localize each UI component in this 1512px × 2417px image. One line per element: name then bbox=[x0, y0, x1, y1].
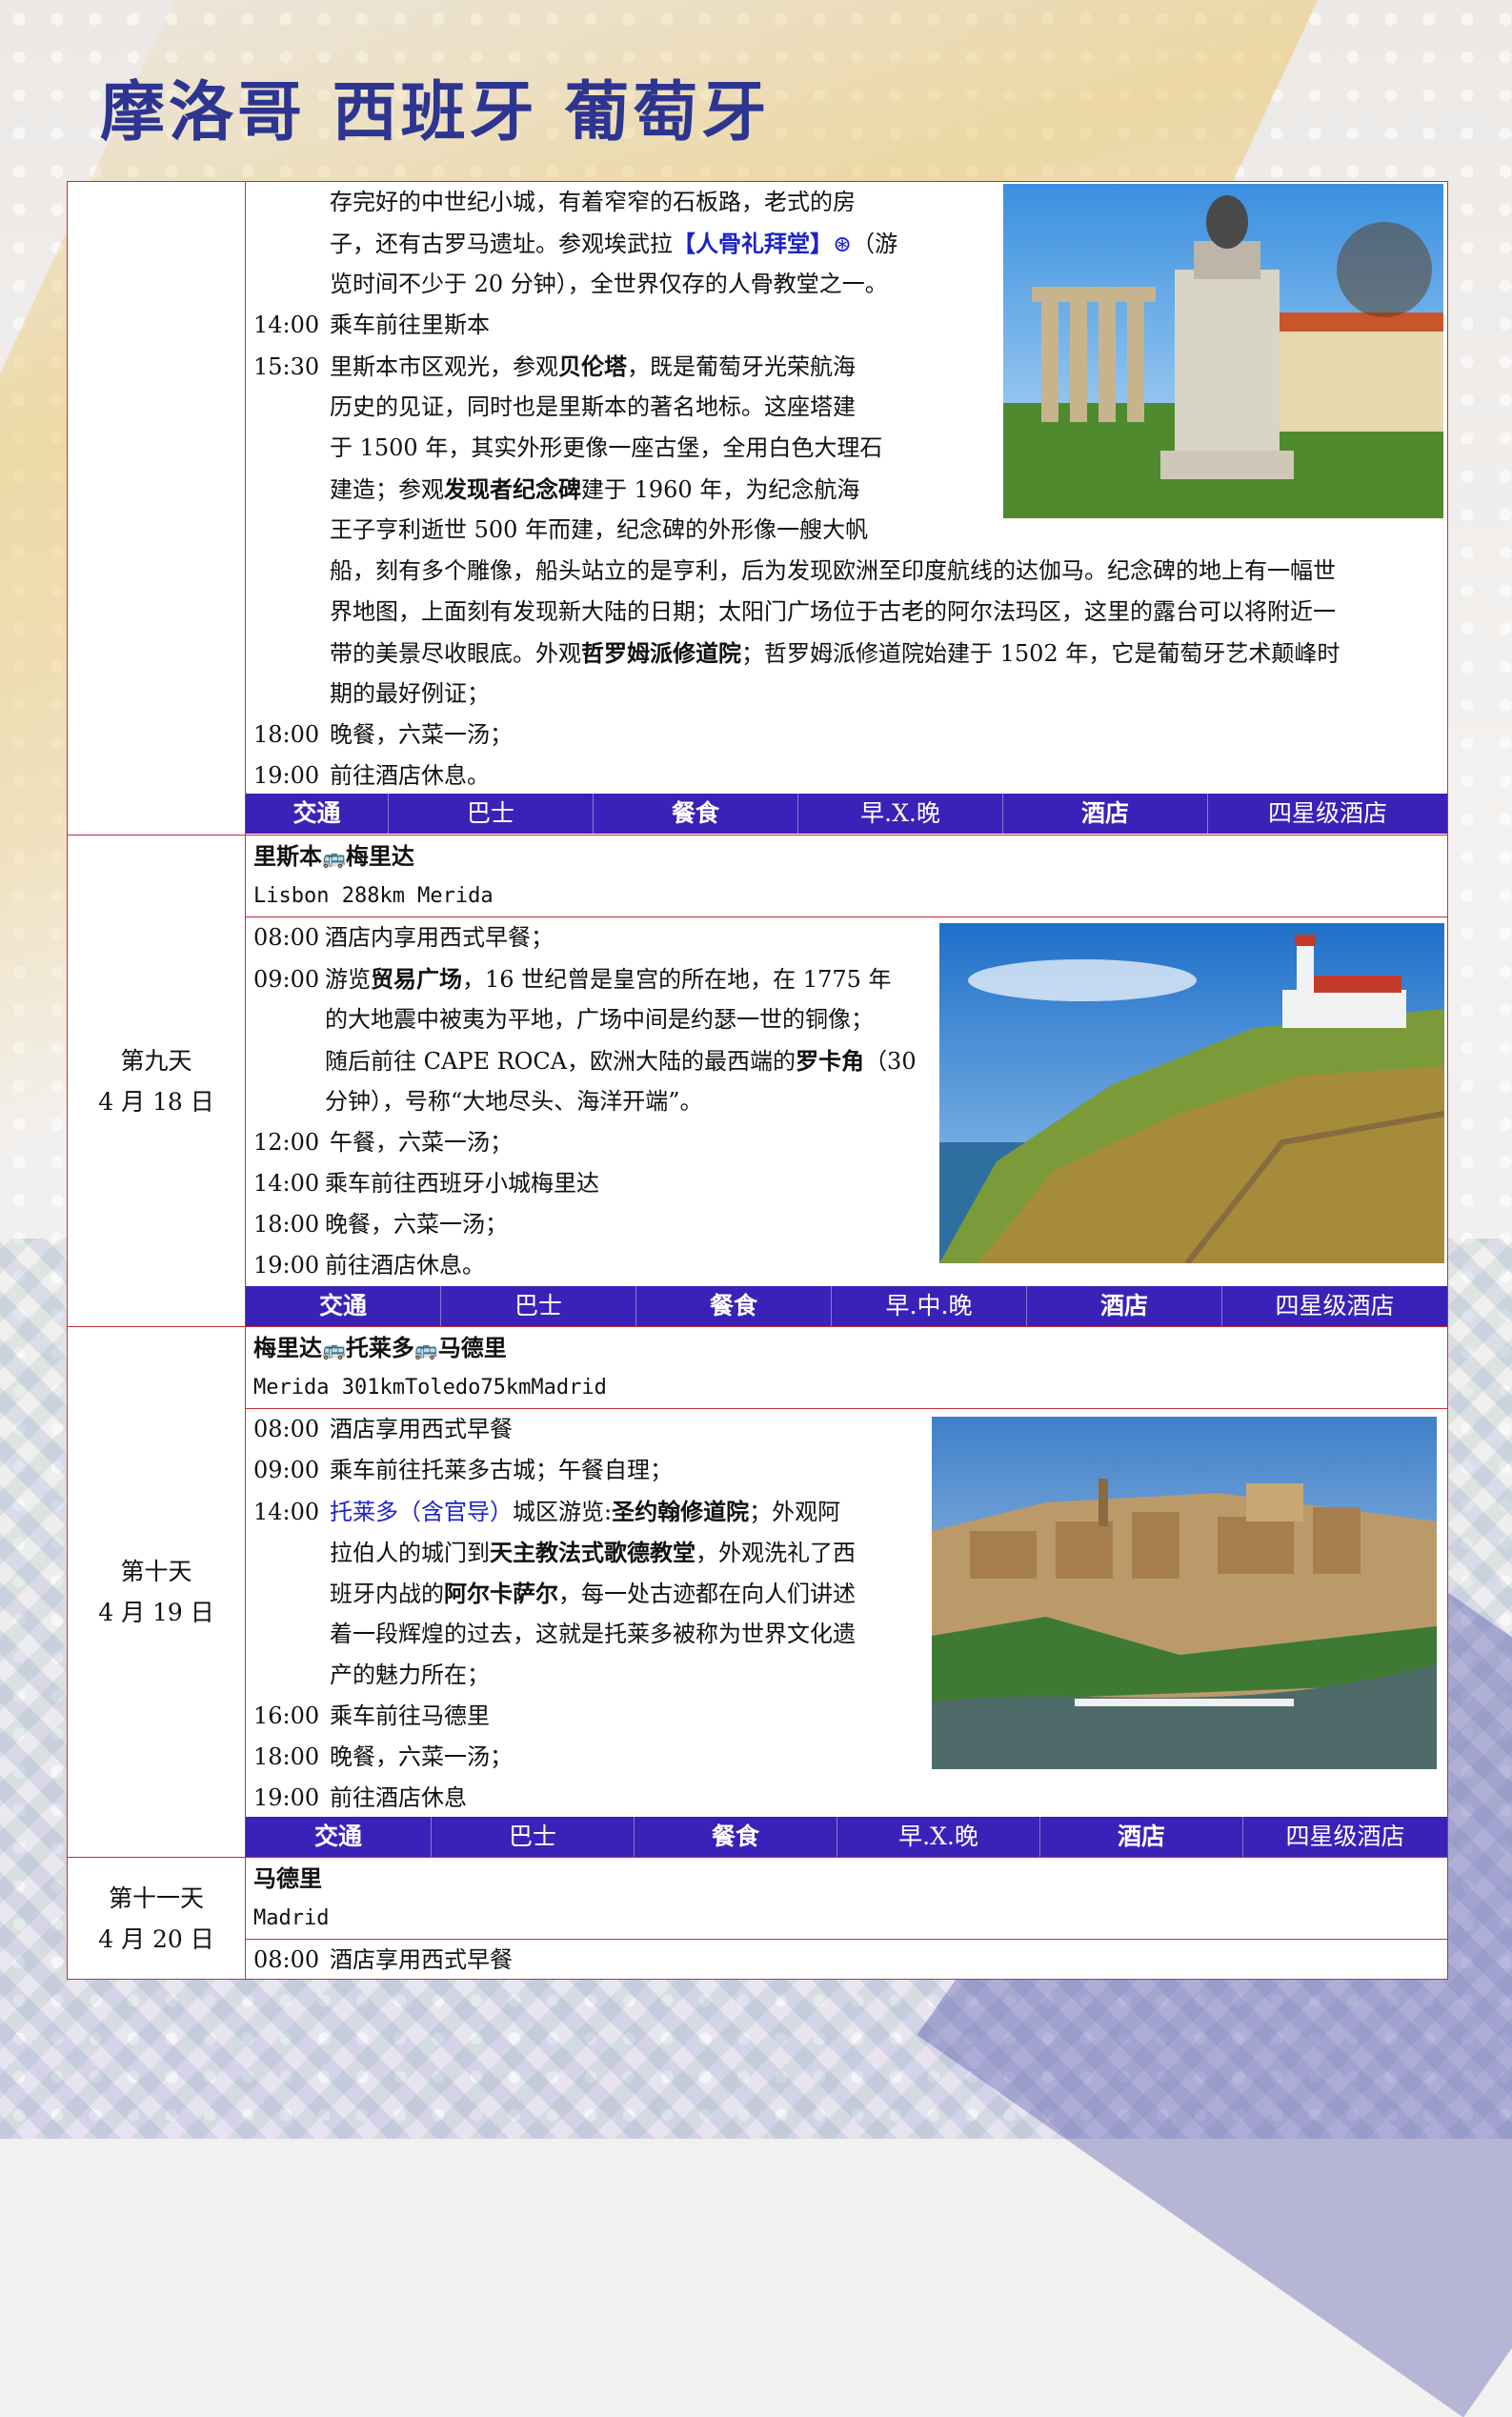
day9-footer-bar: 交通 巴士 餐食 早.中.晚 酒店 四星级酒店 bbox=[246, 1286, 1447, 1326]
schedule-line: 14:00 乘车前往里斯本 bbox=[253, 312, 490, 338]
footer-label: 酒店 bbox=[1003, 794, 1208, 834]
footer-label: 餐食 bbox=[635, 1817, 837, 1857]
day9-desc-line: 的大地震中被夷为平地，广场中间是约瑟一世的铜像； bbox=[325, 1006, 874, 1033]
route-en: Lisbon 288km Merida bbox=[253, 884, 494, 908]
day8-desc-line: 存完好的中世纪小城，有着窄窄的石板路，老式的房 bbox=[330, 189, 856, 215]
schedule-line: 09:00 乘车前往托莱多古城；午餐自理； bbox=[253, 1457, 673, 1483]
footer-value: 四星级酒店 bbox=[1275, 1292, 1395, 1319]
toledo-photo bbox=[932, 1417, 1437, 1769]
footer-value: 巴士 bbox=[432, 1817, 635, 1857]
footer-value: 早.X.晚 bbox=[798, 794, 1003, 834]
route-cn: 梅里达🚌托莱多🚌马德里 bbox=[253, 1334, 507, 1361]
day8-desc-line: 界地图，上面刻有发现新大陆的日期；太阳门广场位于古老的阿尔法玛区，这里的露台可以… bbox=[330, 598, 1336, 625]
schedule-line: 15:30 里斯本市区观光，参观贝伦塔，既是葡萄牙光荣航海 bbox=[253, 352, 856, 380]
evora-monument-photo bbox=[1003, 184, 1443, 518]
day-label: 第十天 bbox=[120, 1558, 192, 1585]
schedule-line: 14:00 乘车前往西班牙小城梅里达 bbox=[253, 1170, 599, 1197]
day10-day-cell: 第十天 4 月 19 日 bbox=[68, 1327, 246, 1857]
day10-desc-line: 班牙内战的阿尔卡萨尔，每一处古迹都在向人们讲述 bbox=[330, 1580, 856, 1607]
day9-day-cell: 第九天 4 月 18 日 bbox=[68, 836, 246, 1326]
footer-value: 巴士 bbox=[389, 794, 594, 834]
day11-route: 马德里 Madrid bbox=[246, 1858, 1447, 1940]
day11-day-cell: 第十一天 4 月 20 日 bbox=[68, 1858, 246, 1979]
schedule-line: 19:00 前往酒店休息 bbox=[253, 1784, 467, 1811]
day-label: 第十一天 bbox=[108, 1883, 204, 1912]
day8-desc-line: 期的最好例证； bbox=[330, 680, 490, 707]
day10-route: 梅里达🚌托莱多🚌马德里 Merida 301kmToledo75kmMadrid bbox=[246, 1327, 1447, 1409]
day9-desc-line: 分钟），号称“大地尽头、海洋开端”。 bbox=[325, 1088, 703, 1115]
day11-row: 第十一天 4 月 20 日 马德里 Madrid 08:00 酒店享用西式早餐 bbox=[68, 1858, 1447, 1979]
day8-desc-line: 览时间不少于 20 分钟），全世界仅存的人骨教堂之一。 bbox=[330, 271, 888, 297]
footer-value: 四星级酒店 bbox=[1285, 1823, 1405, 1850]
footer-label: 餐食 bbox=[636, 1286, 832, 1326]
schedule-line: 08:00 酒店内享用西式早餐； bbox=[253, 924, 554, 951]
day9-content: 里斯本🚌梅里达 Lisbon 288km Merida 08:00 酒店内享用西… bbox=[246, 836, 1447, 1326]
day9-desc-line: 随后前往 CAPE ROCA，欧洲大陆的最西端的罗卡角（30 bbox=[325, 1047, 917, 1075]
day8-footer-bar: 交通 巴士 餐食 早.X.晚 酒店 四星级酒店 bbox=[246, 794, 1447, 834]
schedule-line: 18:00 晚餐，六菜一汤； bbox=[253, 1211, 508, 1238]
toledo-guide-link: 托莱多（含官导） bbox=[330, 1499, 513, 1525]
day8-desc-line: （游 bbox=[852, 231, 898, 257]
day8-desc-line: 船，刻有多个雕像，船头站立的是亨利，后为发现欧洲至印度航线的达伽马。纪念碑的地上… bbox=[330, 557, 1336, 584]
day11-content: 马德里 Madrid 08:00 酒店享用西式早餐 bbox=[246, 1858, 1447, 1979]
day10-desc-line: 产的魅力所在； bbox=[330, 1662, 490, 1688]
day9-route: 里斯本🚌梅里达 Lisbon 288km Merida bbox=[246, 836, 1447, 917]
itinerary-table: 存完好的中世纪小城，有着窄窄的石板路，老式的房 子，还有古罗马遗址。参观埃武拉【… bbox=[67, 181, 1448, 1980]
day8-desc-line: 建造；参观发现者纪念碑建于 1960 年，为纪念航海 bbox=[330, 475, 860, 503]
day-date: 4 月 20 日 bbox=[98, 1924, 214, 1953]
footer-value: 早.中.晚 bbox=[832, 1286, 1027, 1326]
cabo-da-roca-photo bbox=[939, 923, 1444, 1263]
schedule-line: 09:00 游览贸易广场，16 世纪曾是皇宫的所在地，在 1775 年 bbox=[253, 965, 892, 993]
day8-desc-line: 历史的见证，同时也是里斯本的著名地标。这座塔建 bbox=[330, 393, 856, 420]
day8-row: 存完好的中世纪小城，有着窄窄的石板路，老式的房 子，还有古罗马遗址。参观埃武拉【… bbox=[68, 182, 1447, 836]
day8-desc-line: 王子亨利逝世 500 年而建，纪念碑的外形像一艘大帆 bbox=[330, 516, 869, 543]
footer-label: 交通 bbox=[246, 794, 389, 834]
bus-icon: 🚌 bbox=[413, 1338, 438, 1360]
wheel-icon: ⊛ bbox=[833, 231, 853, 257]
route-cn: 马德里 bbox=[253, 1864, 322, 1892]
day9-row: 第九天 4 月 18 日 里斯本🚌梅里达 Lisbon 288km Merida bbox=[68, 836, 1447, 1327]
day8-content: 存完好的中世纪小城，有着窄窄的石板路，老式的房 子，还有古罗马遗址。参观埃武拉【… bbox=[246, 182, 1447, 835]
day8-desc-line: 子，还有古罗马遗址。参观埃武拉 bbox=[330, 231, 673, 257]
footer-label: 餐食 bbox=[594, 794, 798, 834]
day-label: 第九天 bbox=[120, 1046, 192, 1075]
day-date: 4 月 19 日 bbox=[98, 1599, 214, 1626]
footer-value: 巴士 bbox=[441, 1286, 636, 1326]
day8-desc-line: 带的美景尽收眼底。外观哲罗姆派修道院；哲罗姆派修道院始建于 1502 年，它是葡… bbox=[330, 639, 1341, 667]
schedule-line: 08:00 酒店享用西式早餐 bbox=[253, 1946, 513, 1973]
schedule-line: 12:00 午餐，六菜一汤； bbox=[253, 1129, 513, 1156]
schedule-line: 19:00 前往酒店休息。 bbox=[253, 762, 490, 789]
schedule-line: 08:00 酒店享用西式早餐 bbox=[253, 1416, 513, 1442]
day10-content: 梅里达🚌托莱多🚌马德里 Merida 301kmToledo75kmMadrid bbox=[246, 1327, 1447, 1857]
footer-label: 交通 bbox=[246, 1286, 441, 1326]
ossuary-chapel-link: 【人骨礼拜堂】 bbox=[673, 230, 833, 257]
schedule-line: 14:00 托莱多（含官导）城区游览:圣约翰修道院；外观阿 bbox=[253, 1498, 841, 1525]
day10-footer-bar: 交通 巴士 餐食 早.X.晚 酒店 四星级酒店 bbox=[246, 1817, 1447, 1857]
day8-desc-line: 于 1500 年，其实外形更像一座古堡，全用白色大理石 bbox=[330, 434, 883, 461]
day10-row: 第十天 4 月 19 日 梅里达🚌托莱多🚌马德里 Merida 301kmTol… bbox=[68, 1327, 1447, 1858]
bus-icon: 🚌 bbox=[322, 846, 346, 869]
day8-day-cell bbox=[68, 182, 246, 835]
footer-label: 交通 bbox=[246, 1817, 432, 1857]
footer-value: 早.X.晚 bbox=[837, 1817, 1040, 1857]
footer-label: 酒店 bbox=[1027, 1286, 1222, 1326]
day10-desc-line: 拉伯人的城门到天主教法式歌德教堂，外观洗礼了西 bbox=[330, 1539, 856, 1566]
footer-value: 四星级酒店 bbox=[1267, 799, 1387, 827]
page-title: 摩洛哥 西班牙 葡萄牙 bbox=[100, 75, 771, 151]
route-en: Madrid bbox=[253, 1906, 330, 1930]
schedule-line: 18:00 晚餐，六菜一汤； bbox=[253, 1743, 513, 1770]
schedule-line: 19:00 前往酒店休息。 bbox=[253, 1252, 485, 1279]
day-date: 4 月 18 日 bbox=[98, 1087, 214, 1116]
day10-desc-line: 着一段辉煌的过去，这就是托莱多被称为世界文化遗 bbox=[330, 1621, 856, 1647]
schedule-line: 18:00 晚餐，六菜一汤； bbox=[253, 721, 513, 748]
route-cn: 里斯本🚌梅里达 bbox=[253, 842, 414, 870]
route-en: Merida 301kmToledo75kmMadrid bbox=[253, 1376, 607, 1400]
bus-icon: 🚌 bbox=[322, 1338, 346, 1360]
footer-label: 酒店 bbox=[1040, 1817, 1243, 1857]
schedule-line: 16:00 乘车前往马德里 bbox=[253, 1702, 490, 1729]
